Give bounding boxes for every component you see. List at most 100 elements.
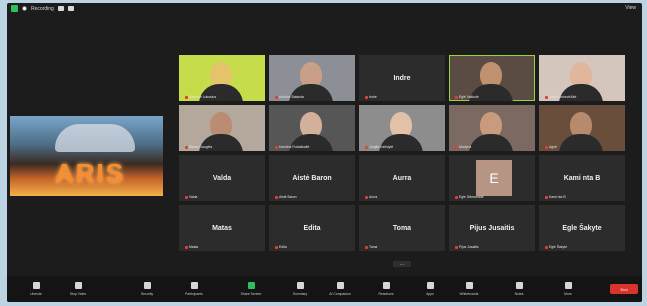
participant-tile[interactable]: Aistė Baron Aistė Baron bbox=[269, 155, 355, 201]
security-shield-icon[interactable] bbox=[11, 5, 18, 12]
stop-recording-icon[interactable] bbox=[67, 6, 74, 11]
participant-tile[interactable]: Rimas Daugėla bbox=[179, 105, 265, 151]
participant-name: Ramune Lukosius bbox=[189, 95, 217, 99]
shield-icon bbox=[143, 282, 151, 289]
toolbar-whiteboards-button[interactable]: Whiteboards bbox=[454, 279, 484, 301]
toolbar-apps-button[interactable]: Apps bbox=[415, 279, 445, 301]
participant-name: Valda bbox=[189, 195, 198, 199]
zoom-meeting-window: Recording View ARIS Ramune Lukosius Andri… bbox=[7, 3, 642, 302]
toolbar-share-screen-button[interactable]: Share Screen bbox=[236, 279, 266, 301]
muted-mic-icon bbox=[455, 245, 458, 249]
participant-name: Aurra bbox=[369, 195, 378, 199]
participant-name-label: Kami nta B bbox=[545, 195, 566, 199]
participant-tile[interactable]: Martyna bbox=[449, 105, 535, 151]
muted-mic-icon bbox=[185, 195, 188, 199]
toolbar-label: Unmute bbox=[30, 292, 42, 296]
participant-name: Kami nta B bbox=[549, 195, 566, 199]
shared-screen[interactable]: ARIS bbox=[10, 116, 163, 196]
toolbar-label: Share Screen bbox=[240, 292, 262, 296]
toolbar-summary-button[interactable]: Summary bbox=[285, 279, 315, 301]
toolbar-label: Summary bbox=[292, 292, 308, 296]
participant-name-label: Toma bbox=[365, 245, 377, 249]
top-bar: Recording View bbox=[7, 3, 642, 14]
toolbar-label: Reactions bbox=[378, 292, 394, 296]
toolbar-participants-button[interactable]: Participants bbox=[179, 279, 209, 301]
participant-tile[interactable]: Karolina Rubaškaitė bbox=[269, 105, 355, 151]
participant-name-label: Pijus Jusaitis bbox=[455, 245, 479, 249]
recording-label: Recording bbox=[31, 5, 54, 12]
participant-name-label: Indre bbox=[365, 95, 377, 99]
toolbar-label: Stop Video bbox=[69, 292, 87, 296]
participant-tile[interactable]: Kami nta B Kami nta B bbox=[539, 155, 625, 201]
toolbar-label: Participants bbox=[185, 292, 203, 296]
participant-tile[interactable]: Agnė bbox=[539, 105, 625, 151]
pause-recording-icon[interactable] bbox=[57, 6, 64, 11]
participant-name-label: Ramune Lukosius bbox=[185, 95, 216, 99]
participant-name-label: Egle Šakyte bbox=[545, 245, 567, 249]
participant-tile[interactable]: E Egle Dikmonaite bbox=[449, 155, 535, 201]
shared-screen-building bbox=[55, 124, 135, 152]
participant-name-label: Egle Dikmonaite bbox=[455, 195, 484, 199]
muted-mic-icon bbox=[185, 245, 188, 249]
participant-tile[interactable]: Eglė Vaitkutė bbox=[449, 55, 535, 101]
toolbar-reactions-button[interactable]: Reactions bbox=[371, 279, 401, 301]
toolbar-ai-companion-button[interactable]: AI Companion bbox=[325, 279, 355, 301]
participant-tile[interactable]: Toma Toma bbox=[359, 205, 445, 251]
summary-icon bbox=[296, 282, 304, 289]
participant-name-label: Eglė Vaitkutė bbox=[455, 95, 479, 99]
participant-body bbox=[469, 134, 513, 151]
participant-name-label: Karolina Rubaškaitė bbox=[275, 145, 309, 149]
participant-name-label: Rimas Daugėla bbox=[185, 145, 212, 149]
participant-name-label: Valda bbox=[185, 195, 197, 199]
participant-tile[interactable]: Matas Matas bbox=[179, 205, 265, 251]
gallery-page-indicator[interactable]: ... bbox=[393, 261, 411, 267]
participant-name: Edita bbox=[279, 245, 287, 249]
participant-name: Matas bbox=[189, 245, 199, 249]
toolbar-stop-video-button[interactable]: Stop Video bbox=[63, 279, 93, 301]
participant-tile[interactable]: Jurgita Kalėdytė bbox=[359, 105, 445, 151]
view-button[interactable]: View bbox=[625, 5, 636, 11]
recording-icon bbox=[22, 6, 27, 11]
participant-body bbox=[559, 134, 603, 151]
toolbar-label: Security bbox=[140, 292, 154, 296]
end-meeting-button[interactable]: End bbox=[610, 284, 638, 294]
ai-companion-icon bbox=[336, 282, 344, 289]
participant-name: Eglė Vaitkutė bbox=[459, 95, 479, 99]
notes-icon bbox=[515, 282, 523, 289]
participant-tile[interactable]: Daiva Linkevičiūtė bbox=[539, 55, 625, 101]
toolbar-security-button[interactable]: Security bbox=[132, 279, 162, 301]
muted-mic-icon bbox=[365, 195, 368, 199]
participant-avatar: E bbox=[476, 160, 512, 196]
participant-name: Karolina Rubaškaitė bbox=[279, 145, 310, 149]
shared-screen-text: ARIS bbox=[54, 158, 126, 188]
microphone-icon bbox=[32, 282, 40, 289]
muted-mic-icon bbox=[545, 245, 548, 249]
share-screen-icon bbox=[247, 282, 255, 289]
toolbar-unmute-button[interactable]: Unmute bbox=[21, 279, 51, 301]
participant-name-label: Matas bbox=[185, 245, 198, 249]
participant-name: Rimas Daugėla bbox=[189, 145, 213, 149]
muted-mic-icon bbox=[545, 195, 548, 199]
muted-mic-icon bbox=[455, 95, 458, 99]
participant-tile[interactable]: Aurra Aurra bbox=[359, 155, 445, 201]
participant-tile[interactable]: Valda Valda bbox=[179, 155, 265, 201]
toolbar-notes-button[interactable]: Notes bbox=[504, 279, 534, 301]
toolbar-label: AI Companion bbox=[329, 292, 351, 296]
participant-tile[interactable]: Indre Indre bbox=[359, 55, 445, 101]
participant-tile[interactable]: Egle Šakyte Egle Šakyte bbox=[539, 205, 625, 251]
participant-name: Andrius Balanda bbox=[279, 95, 304, 99]
participant-tile[interactable]: Ramune Lukosius bbox=[179, 55, 265, 101]
muted-mic-icon bbox=[185, 145, 188, 149]
participant-tile[interactable]: Edita Edita bbox=[269, 205, 355, 251]
participant-name: Agnė bbox=[549, 145, 557, 149]
participants-icon bbox=[190, 282, 198, 289]
muted-mic-icon bbox=[455, 195, 458, 199]
participant-tile[interactable]: Andrius Balanda bbox=[269, 55, 355, 101]
participant-name-label: Jurgita Kalėdytė bbox=[365, 145, 393, 149]
muted-mic-icon bbox=[275, 95, 278, 99]
muted-mic-icon bbox=[275, 245, 278, 249]
toolbar-label: Whiteboards bbox=[459, 292, 479, 296]
participant-name: Indre bbox=[369, 95, 377, 99]
toolbar-more-button[interactable]: More bbox=[553, 279, 583, 301]
participant-tile[interactable]: Pijus Jusaitis Pijus Jusaitis bbox=[449, 205, 535, 251]
